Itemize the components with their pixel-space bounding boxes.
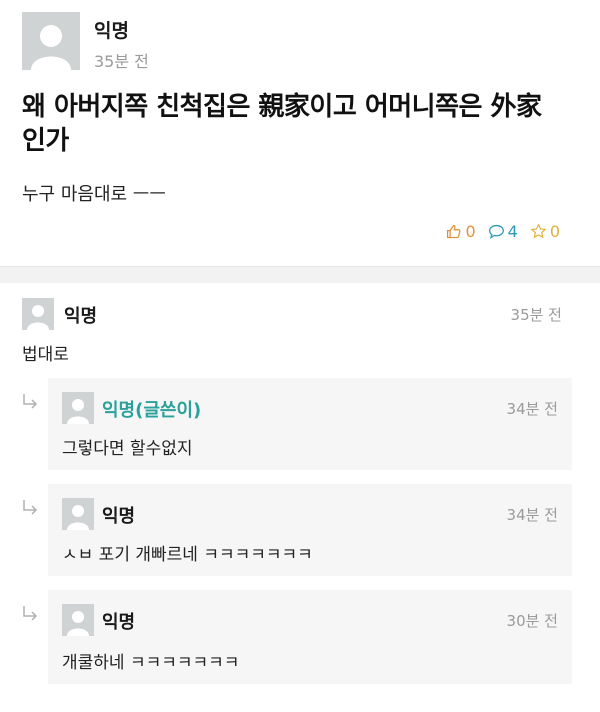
comment-time: 35분 전 <box>510 306 562 324</box>
reply-item: 익명 30분 전 개쿨하네 ㅋㅋㅋㅋㅋㅋㅋ <box>48 590 572 684</box>
reply-text: ㅅㅂ 포기 개빠르네 ㅋㅋㅋㅋㅋㅋㅋ <box>62 545 313 565</box>
avatar-icon[interactable] <box>22 298 54 330</box>
post-stats: 0 4 0 <box>445 222 560 241</box>
reply-time: 34분 전 <box>506 400 558 418</box>
reply-time: 30분 전 <box>506 612 558 630</box>
reply-arrow-icon <box>23 500 38 515</box>
reply-author: 익명(글쓴이) <box>102 400 202 421</box>
scrap-count: 0 <box>549 222 560 241</box>
reply-author: 익명 <box>102 612 136 633</box>
comment-count: 4 <box>507 222 518 241</box>
star-icon <box>530 223 547 239</box>
scrap-button[interactable]: 0 <box>530 222 560 241</box>
comment-item: 익명 35분 전 법대로 <box>22 298 562 368</box>
speech-bubble-icon <box>488 224 504 239</box>
reply-arrow-icon <box>23 394 38 409</box>
post-body: 누구 마음대로 ㅡㅡ <box>22 184 166 205</box>
like-count: 0 <box>465 222 476 241</box>
avatar-icon[interactable] <box>62 498 94 530</box>
reply-text: 그렇다면 할수없지 <box>62 439 193 459</box>
reply-text: 개쿨하네 ㅋㅋㅋㅋㅋㅋㅋ <box>62 653 240 673</box>
section-divider <box>0 266 600 283</box>
post-time: 35분 전 <box>94 52 149 71</box>
avatar-icon[interactable] <box>62 604 94 636</box>
avatar-icon[interactable] <box>22 12 80 70</box>
reply-item: 익명(글쓴이) 34분 전 그렇다면 할수없지 <box>48 378 572 470</box>
like-button[interactable]: 0 <box>445 222 476 241</box>
comment-count-button[interactable]: 4 <box>488 222 518 241</box>
comment-text: 법대로 <box>22 345 69 365</box>
thumbs-up-icon <box>447 224 461 239</box>
post-author: 익명 <box>94 20 129 42</box>
reply-item: 익명 34분 전 ㅅㅂ 포기 개빠르네 ㅋㅋㅋㅋㅋㅋㅋ <box>48 484 572 576</box>
avatar-icon[interactable] <box>62 392 94 424</box>
reply-arrow-icon <box>23 606 38 621</box>
reply-time: 34분 전 <box>506 506 558 524</box>
reply-author: 익명 <box>102 506 136 527</box>
post-title: 왜 아버지쪽 친척집은 親家이고 어머니쪽은 外家인가 <box>22 92 542 156</box>
comment-author: 익명 <box>64 306 98 327</box>
